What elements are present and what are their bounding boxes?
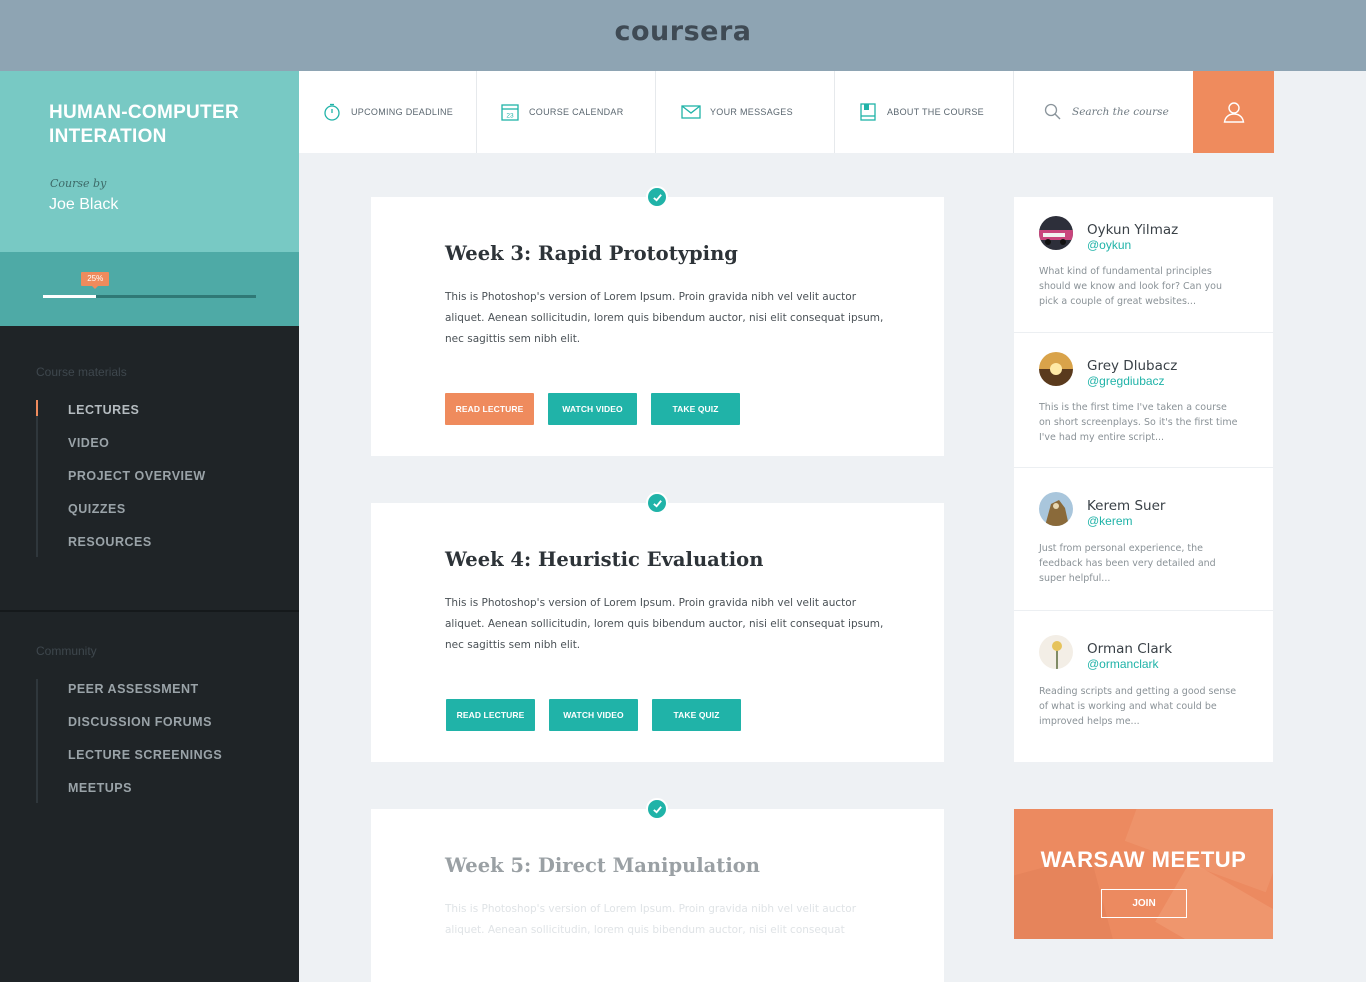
progress-badge: 25% (81, 272, 110, 289)
nav-your-messages-label: YOUR MESSAGES (710, 107, 793, 117)
week-description: This is Photoshop's version of Lorem Ips… (445, 903, 857, 936)
meetup-banner: WARSAW MEETUP JOIN (1014, 809, 1273, 939)
comment-author[interactable]: Kerem Suer (1087, 498, 1165, 514)
course-by-label: Course by (50, 177, 107, 190)
comment-item[interactable]: Grey Dlubacz @gregdiubacz This is the fi… (1014, 333, 1273, 468)
top-nav: UPCOMING DEADLINE 23 COURSE CALENDAR YOU… (299, 71, 1274, 153)
meetup-background-image (1014, 809, 1273, 939)
nav-course-calendar[interactable]: 23 COURSE CALENDAR (477, 71, 656, 153)
avatar[interactable] (1039, 492, 1073, 526)
week-card: Week 3: Rapid Prototyping This is Photos… (371, 186, 944, 456)
community-title: Community (36, 644, 97, 658)
comment-author[interactable]: Orman Clark (1087, 641, 1172, 657)
course-materials-title: Course materials (36, 365, 127, 379)
envelope-icon (681, 105, 701, 119)
read-lecture-button[interactable]: READ LECTURE (445, 393, 534, 425)
nav-item-lectures[interactable]: LECTURES (36, 400, 286, 433)
comment-item[interactable]: Oykun Yilmaz @oykun What kind of fundame… (1014, 197, 1273, 333)
comment-text: This is the first time I've taken a cour… (1039, 402, 1238, 443)
week-description: This is Photoshop's version of Lorem Ips… (445, 291, 884, 345)
search-box[interactable]: Search the course (1014, 71, 1193, 153)
completed-check-icon (646, 186, 668, 208)
nav-course-calendar-label: COURSE CALENDAR (529, 107, 624, 117)
take-quiz-button[interactable]: TAKE QUIZ (652, 699, 741, 731)
comment-handle[interactable]: @oykun (1087, 238, 1131, 252)
comment-text: Just from personal experience, the feedb… (1039, 543, 1216, 584)
course-materials-nav: LECTURES VIDEO PROJECT OVERVIEW QUIZZES … (36, 400, 286, 557)
comment-handle[interactable]: @gregdiubacz (1087, 374, 1165, 388)
search-input[interactable]: Search the course (1072, 106, 1169, 118)
completed-check-icon (646, 798, 668, 820)
svg-text:23: 23 (506, 113, 514, 120)
comment-item[interactable]: Orman Clark @ormanclark Reading scripts … (1014, 611, 1273, 762)
comment-author[interactable]: Oykun Yilmaz (1087, 222, 1178, 238)
course-title: HUMAN-COMPUTER INTERATION (49, 102, 239, 147)
user-icon (1223, 102, 1244, 123)
course-header: HUMAN-COMPUTER INTERATION Course by Joe … (0, 71, 299, 252)
nav-upcoming-deadline-label: UPCOMING DEADLINE (351, 107, 454, 117)
nav-about-course[interactable]: ABOUT THE COURSE (835, 71, 1014, 153)
progress-fill (43, 295, 97, 298)
progress-track (43, 295, 256, 298)
nav-item-quizzes[interactable]: QUIZZES (38, 499, 286, 532)
calendar-icon: 23 (501, 104, 519, 121)
comment-handle[interactable]: @kerem (1087, 514, 1133, 528)
comment-item[interactable]: Kerem Suer @kerem Just from personal exp… (1014, 468, 1273, 611)
week-title: Week 4: Heuristic Evaluation (445, 548, 764, 571)
take-quiz-button[interactable]: TAKE QUIZ (651, 393, 740, 425)
search-icon (1044, 103, 1061, 120)
comment-text: Reading scripts and getting a good sense… (1039, 686, 1237, 727)
nav-about-course-label: ABOUT THE COURSE (887, 107, 984, 117)
week-card: Week 4: Heuristic Evaluation This is Pho… (371, 492, 944, 762)
avatar[interactable] (1039, 352, 1073, 386)
meetup-title: WARSAW MEETUP (1040, 847, 1247, 872)
course-progress: 25% (0, 252, 299, 326)
week-card: Week 5: Direct Manipulation This is Phot… (371, 798, 944, 982)
nav-item-peer-assessment[interactable]: PEER ASSESSMENT (38, 679, 286, 712)
avatar[interactable] (1039, 635, 1073, 669)
course-author[interactable]: Joe Black (49, 196, 118, 214)
nav-item-meetups[interactable]: MEETUPS (38, 778, 286, 803)
sidebar-divider (0, 610, 299, 612)
watch-video-button[interactable]: WATCH VIDEO (548, 393, 637, 425)
comment-handle[interactable]: @ormanclark (1087, 657, 1159, 671)
comment-author[interactable]: Grey Dlubacz (1087, 358, 1177, 374)
book-icon (860, 103, 876, 121)
read-lecture-button[interactable]: READ LECTURE (446, 699, 535, 731)
avatar[interactable] (1039, 216, 1073, 250)
nav-item-video[interactable]: VIDEO (38, 433, 286, 466)
comments-panel: Oykun Yilmaz @oykun What kind of fundame… (1014, 197, 1273, 762)
week-title: Week 5: Direct Manipulation (445, 854, 760, 877)
top-brand-bar: coursera (0, 0, 1366, 71)
community-nav: PEER ASSESSMENT DISCUSSION FORUMS LECTUR… (36, 679, 286, 803)
watch-video-button[interactable]: WATCH VIDEO (549, 699, 638, 731)
comment-text: What kind of fundamental principles shou… (1039, 266, 1223, 307)
sidebar: HUMAN-COMPUTER INTERATION Course by Joe … (0, 71, 299, 982)
completed-check-icon (646, 492, 668, 514)
join-button[interactable]: JOIN (1101, 889, 1187, 918)
nav-item-resources[interactable]: RESOURCES (38, 532, 286, 557)
user-profile-button[interactable] (1193, 71, 1274, 153)
nav-your-messages[interactable]: YOUR MESSAGES (656, 71, 835, 153)
nav-item-lecture-screenings[interactable]: LECTURE SCREENINGS (38, 745, 286, 778)
nav-item-project-overview[interactable]: PROJECT OVERVIEW (38, 466, 286, 499)
nav-item-discussion-forums[interactable]: DISCUSSION FORUMS (38, 712, 286, 745)
nav-upcoming-deadline[interactable]: UPCOMING DEADLINE (299, 71, 477, 153)
coursera-logo[interactable]: coursera (0, 16, 1366, 47)
timer-icon (324, 103, 340, 121)
week-title: Week 3: Rapid Prototyping (445, 242, 738, 265)
week-description: This is Photoshop's version of Lorem Ips… (445, 597, 884, 651)
